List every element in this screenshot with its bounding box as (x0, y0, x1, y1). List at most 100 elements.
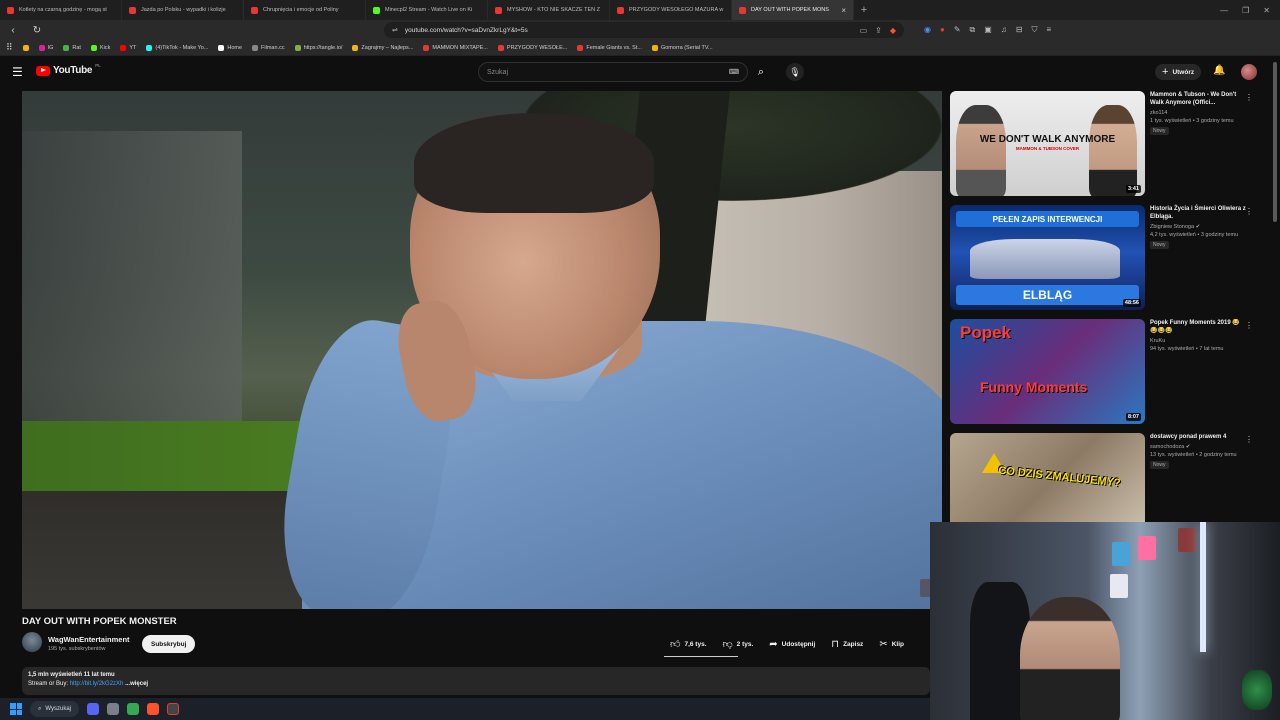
browser-tab[interactable]: Jazda po Polsku - wypadki i kolizje (122, 0, 244, 20)
share-page-icon[interactable]: ⇪ (875, 26, 882, 35)
recommendation-thumbnail[interactable]: Popek Funny Moments 8:07 (950, 319, 1145, 424)
bookmark-item[interactable]: Home (218, 44, 242, 51)
clip-button[interactable]: ✂ Klip (871, 635, 912, 653)
recommendation-channel[interactable]: Zbigniew Stonoga ✔ (1150, 224, 1246, 230)
obs-icon[interactable] (167, 703, 179, 715)
bookmark-item[interactable]: Filman.cc (252, 44, 285, 51)
bookmark-item[interactable]: (4)TikTok - Make Yo... (146, 44, 208, 51)
page-scrollbar[interactable] (1273, 62, 1277, 222)
recommendation-title[interactable]: Mammon & Tubson - We Don't Walk Anymore … (1150, 91, 1246, 107)
description-line: Stream or Buy: http://bit.ly/2kG2zXh ...… (28, 681, 924, 687)
recommendation-thumbnail[interactable]: PEŁEN ZAPIS INTERWENCJI ELBLĄG 48:56 (950, 205, 1145, 310)
scissors-icon: ✂ (879, 638, 888, 650)
description-box[interactable]: 1,5 mln wyświetleń 11 lat temu Stream or… (22, 667, 930, 695)
bookmark-favicon-icon (497, 44, 504, 51)
browser-tab[interactable]: Minecpl2 Stream - Watch Live on Ki (366, 0, 488, 20)
share-button[interactable]: ➦ Udostępnij (761, 635, 823, 653)
browser-tab[interactable]: PRZYGODY WESOŁEGO MAZURA w (610, 0, 732, 20)
search-button[interactable]: ⌕ (750, 62, 772, 82)
channel-avatar[interactable] (22, 632, 42, 652)
more-options-icon[interactable]: ⋮ (1245, 207, 1253, 216)
maximize-icon[interactable]: ❐ (1242, 6, 1249, 15)
bookmark-item[interactable]: PRZYGODY WESOŁE... (497, 44, 567, 51)
keyboard-icon[interactable]: ⌨ (729, 68, 739, 76)
close-window-icon[interactable]: ✕ (1263, 6, 1270, 15)
audio-icon[interactable]: ◉ (924, 25, 931, 35)
voice-search-button[interactable]: 🎙 (786, 63, 804, 81)
recommendation-title[interactable]: dostawcy ponad prawem 4 (1150, 433, 1246, 441)
search-input[interactable]: Szukaj ⌨ (478, 62, 748, 82)
sidebar-icon[interactable]: ▣ (984, 25, 992, 35)
vpn-icon[interactable]: ⛉ (1032, 25, 1038, 35)
show-more-link[interactable]: ...więcej (125, 681, 148, 687)
create-button[interactable]: + Utwórz (1155, 64, 1202, 80)
recommendation-thumbnail[interactable]: WE DON'T WALK ANYMORE MAMMON & TUBSON COV… (950, 91, 1145, 196)
windows-start-icon[interactable] (10, 703, 22, 715)
more-options-icon[interactable]: ⋮ (1245, 93, 1253, 102)
new-tab-button[interactable]: + (854, 4, 874, 16)
bookmark-item[interactable]: Rat (63, 44, 81, 51)
recommendation-channel[interactable]: samochodoza ✔ (1150, 444, 1246, 450)
like-button[interactable]: 👍︎ 7,6 tys. (662, 635, 715, 653)
bookmark-item[interactable]: IG (38, 44, 53, 51)
chrome-icon[interactable] (127, 703, 139, 715)
browser-tab[interactable]: Chrupnięcia i emocje od Poliny (244, 0, 366, 20)
wallet-icon[interactable]: ⊟ (1016, 25, 1023, 35)
install-icon[interactable]: ▭ (860, 26, 868, 35)
close-tab-icon[interactable]: × (841, 6, 846, 15)
recommendation-item[interactable]: WE DON'T WALK ANYMORE MAMMON & TUBSON COV… (950, 91, 1270, 205)
account-avatar[interactable] (1241, 64, 1257, 80)
create-label: Utwórz (1172, 68, 1195, 76)
save-button[interactable]: ⊓ Zapisz (823, 635, 871, 653)
tab-label: PRZYGODY WESOŁEGO MAZURA w (629, 7, 724, 13)
apps-icon[interactable]: ⠿ (6, 42, 13, 53)
more-options-icon[interactable]: ⋮ (1245, 321, 1253, 330)
bookmark-label: Gomorra (Serial TV... (660, 44, 713, 51)
recommendation-title[interactable]: Historia Życia i Śmierci Oliwiera z Elbl… (1150, 205, 1246, 221)
browser-tab[interactable]: DAY OUT WITH POPEK MONS × (732, 0, 854, 20)
youtube-logo[interactable]: YouTube PL (36, 63, 101, 76)
tab-favicon-icon (129, 6, 136, 14)
video-player[interactable] (22, 91, 942, 609)
bookmark-item[interactable]: Kick (90, 44, 110, 51)
bookmark-item[interactable]: Zagrajmy – Najleps... (352, 44, 413, 51)
bookmark-item[interactable]: MAMMON MIXTAPE... (423, 44, 488, 51)
tab-favicon-icon (251, 6, 258, 14)
discord-icon[interactable] (87, 703, 99, 715)
bookmark-folder[interactable] (22, 44, 29, 51)
bookmark-item[interactable]: https://tangle.io/ (294, 44, 342, 51)
description-link[interactable]: http://bit.ly/2kG2zXh (70, 681, 124, 687)
browser-tab[interactable]: Kotlety na czarną godzinę - mogą st (0, 0, 122, 20)
site-info-icon[interactable]: ⇌ (392, 26, 398, 34)
back-icon[interactable]: ‹ (6, 25, 20, 36)
minimize-icon[interactable]: — (1220, 6, 1228, 15)
menu-icon[interactable]: ≡ (1047, 25, 1052, 35)
file-explorer-icon[interactable] (107, 703, 119, 715)
subscribe-button[interactable]: Subskrybuj (142, 635, 196, 653)
brave-icon[interactable] (147, 703, 159, 715)
recommendation-channel[interactable]: zko114 (1150, 110, 1246, 116)
bookmark-item[interactable]: YT (120, 44, 136, 51)
bookmark-item[interactable]: Female Giants vs. St... (577, 44, 642, 51)
music-icon[interactable]: ♫ (1001, 25, 1007, 35)
bookmark-favicon-icon (651, 44, 658, 51)
recommendation-item[interactable]: PEŁEN ZAPIS INTERWENCJI ELBLĄG 48:56 His… (950, 205, 1270, 319)
reload-icon[interactable]: ↻ (30, 25, 44, 36)
extension-icon[interactable]: ✎ (954, 25, 961, 35)
taskbar-search[interactable]: ⌕ Wyszukaj (30, 701, 79, 717)
channel-name[interactable]: WagWanEntertainment (48, 635, 130, 644)
brave-shield-icon[interactable]: ◆ (890, 26, 896, 35)
address-bar[interactable]: ⇌ youtube.com/watch?v=saDvnZkrLgY&t=5s ▭… (384, 22, 904, 38)
hamburger-menu-icon[interactable]: ☰ (12, 65, 24, 79)
notifications-bell-icon[interactable]: 🔔 (1213, 65, 1225, 76)
dislike-button[interactable]: 👎︎ 2 tys. (715, 635, 762, 653)
recommendation-item[interactable]: Popek Funny Moments 8:07 Popek Funny Mom… (950, 319, 1270, 433)
browser-tab[interactable]: MYSHOW - KTO NIE SKACZE TEN Z (488, 0, 610, 20)
record-icon[interactable]: ● (940, 25, 945, 35)
bookmark-item[interactable]: Gomorra (Serial TV... (651, 44, 713, 51)
recommendation-title[interactable]: Popek Funny Moments 2019 😂😂😂😂 (1150, 319, 1246, 335)
tab-favicon-icon (739, 6, 746, 14)
more-options-icon[interactable]: ⋮ (1245, 435, 1253, 444)
recommendation-channel[interactable]: KruKu (1150, 338, 1246, 344)
puzzle-icon[interactable]: ⧉ (970, 25, 976, 35)
